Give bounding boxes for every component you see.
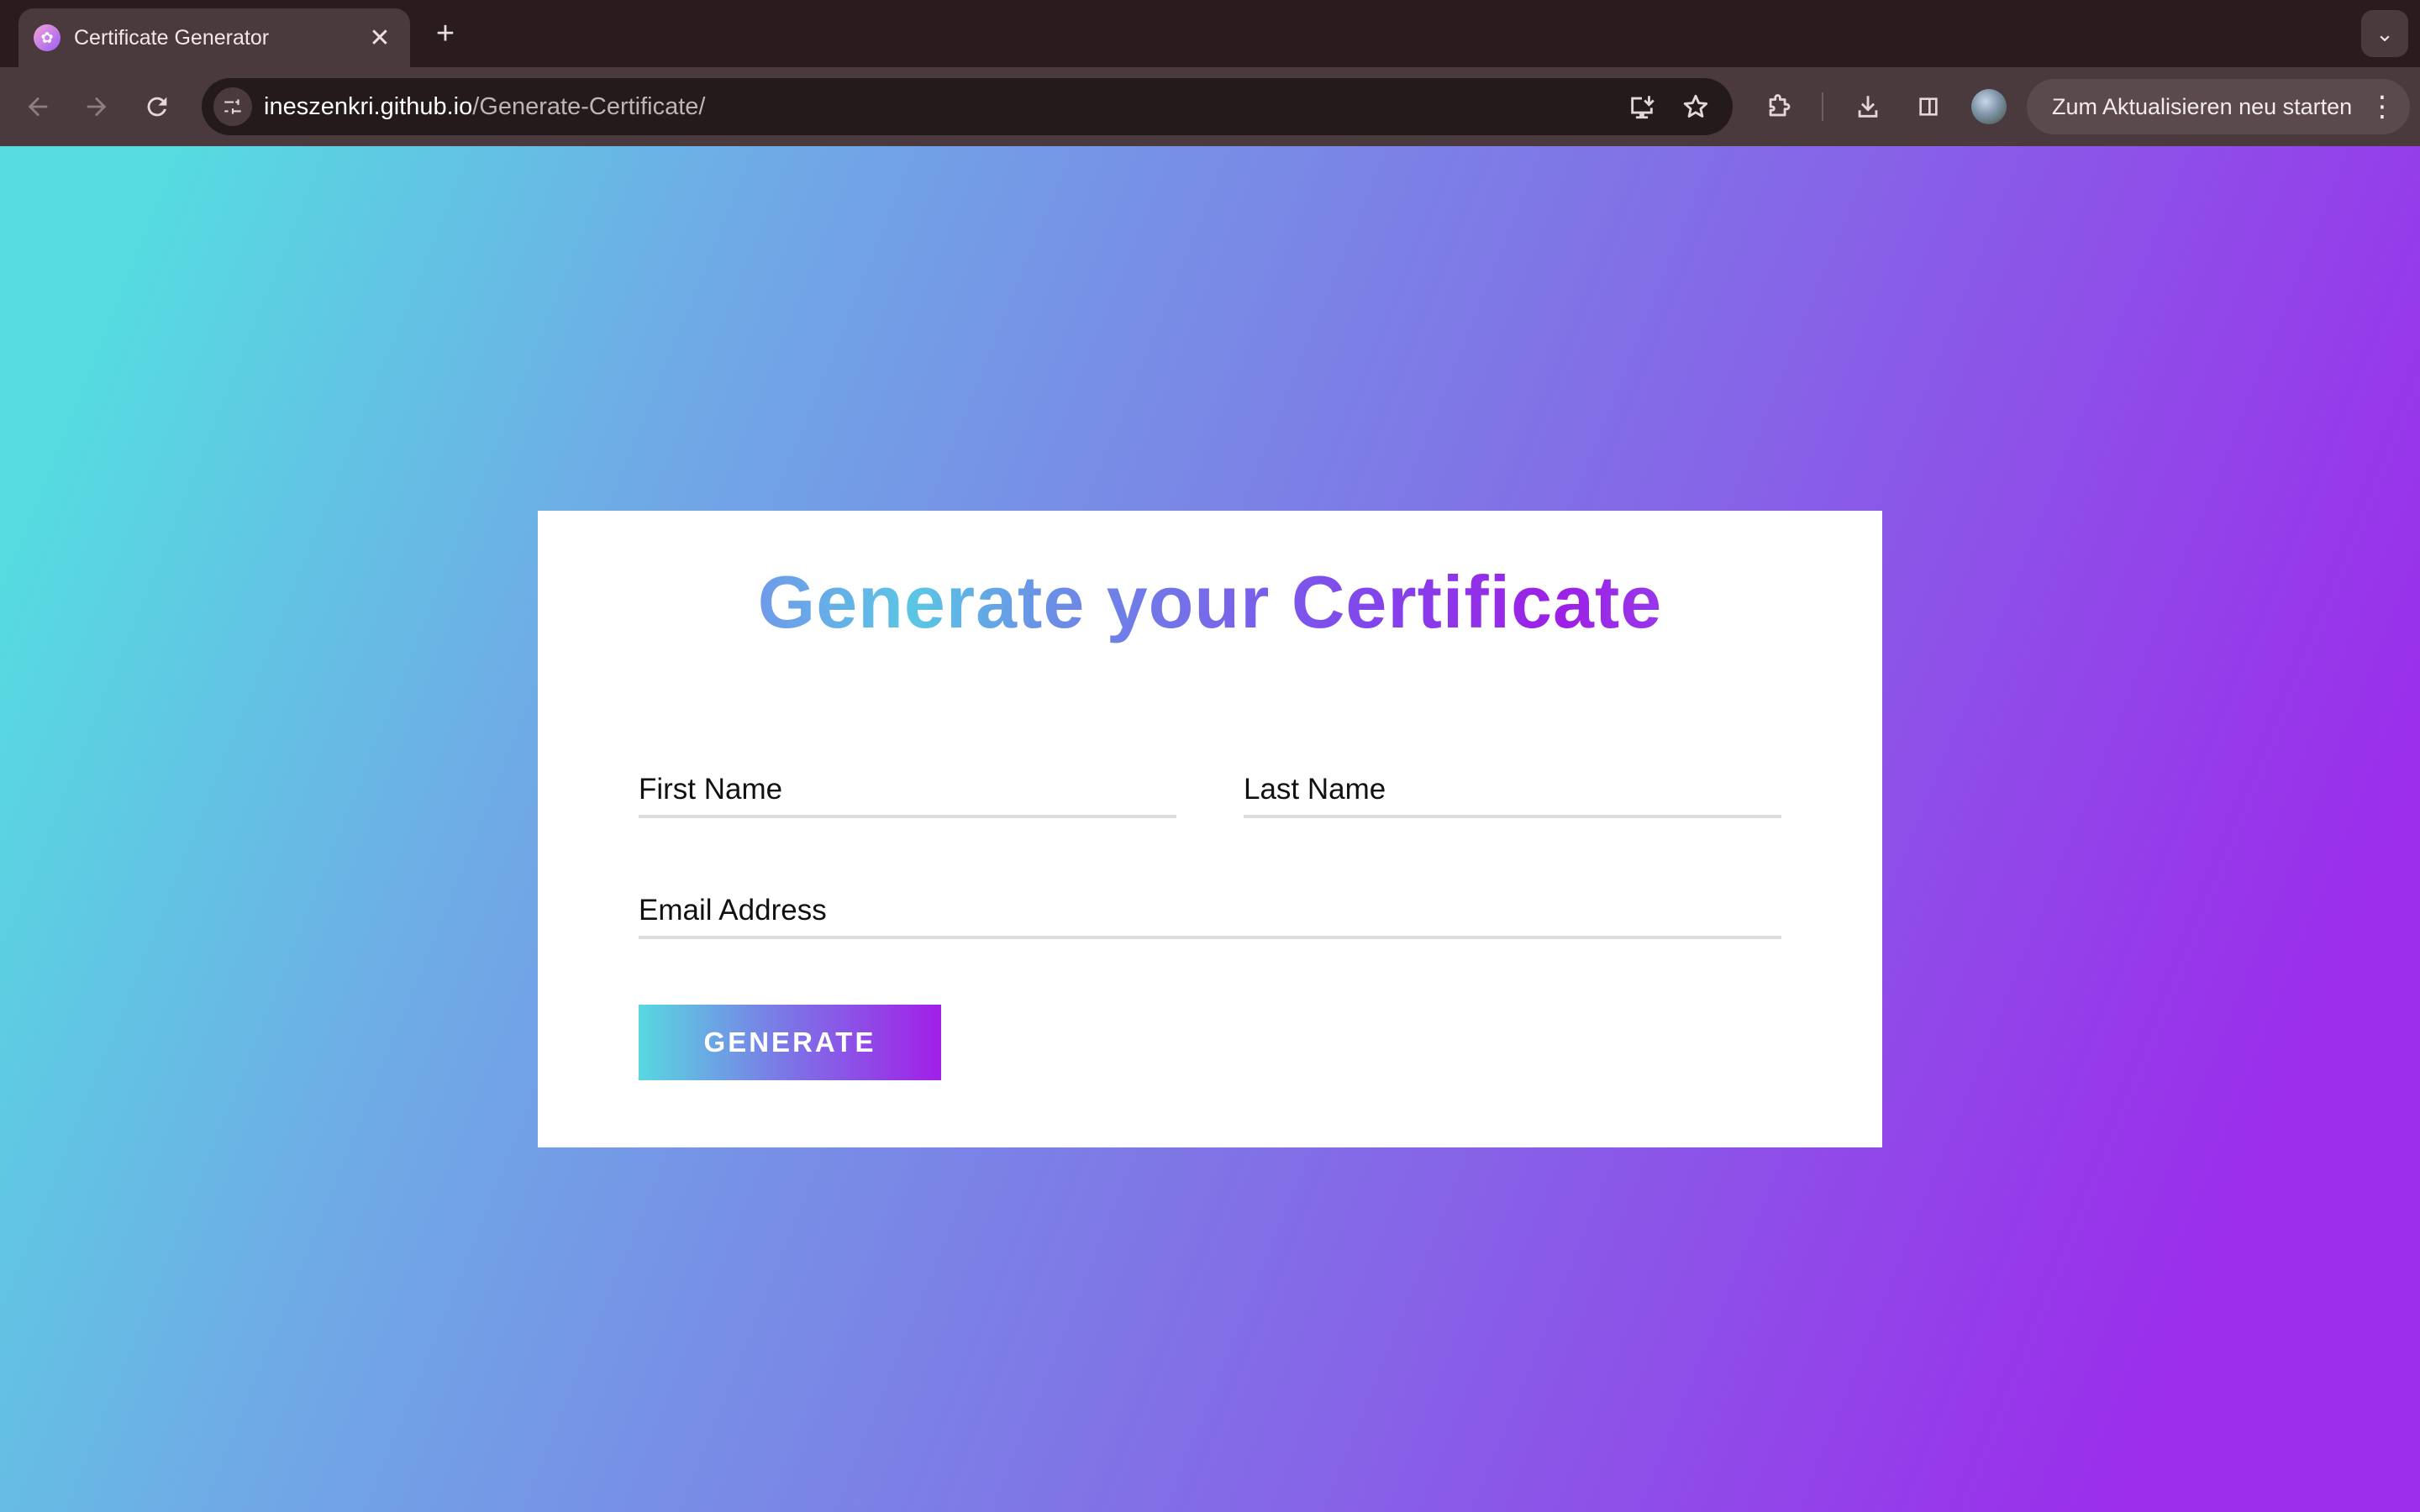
monitor-download-icon [1631,96,1655,119]
close-icon[interactable]: ✕ [365,23,395,53]
tune-icon [224,99,241,114]
page-background: Generate your Certificate GENERATE [0,146,2420,1512]
tab-search-button[interactable]: ⌄ [2361,10,2408,57]
side-panel-button[interactable] [1907,86,1949,128]
star-icon [1683,94,1708,118]
forward-button[interactable] [76,86,118,128]
email-input[interactable] [639,894,1781,927]
url-host: ineszenkri.github.io [264,93,473,120]
arrow-left-icon [28,97,48,117]
side-panel-icon [1919,97,1938,116]
tab-strip: ✿ Certificate Generator ✕ + ⌄ [0,0,2420,67]
first-name-input[interactable] [639,773,1176,806]
tab-certificate-generator[interactable]: ✿ Certificate Generator ✕ [18,8,410,67]
restart-label: Zum Aktualisieren neu starten [2052,93,2353,119]
tab-title: Certificate Generator [74,25,270,50]
reload-button[interactable] [136,86,178,128]
install-app-icon[interactable] [1622,87,1662,127]
page-title: Generate your Certificate [538,556,1882,648]
bookmark-star-icon[interactable] [1676,87,1716,127]
last-name-input[interactable] [1244,773,1781,806]
browser-toolbar: ineszenkri.github.io/Generate-Certificat… [0,67,2420,146]
more-menu-icon[interactable]: ⋮ [2368,87,2396,126]
certificate-form-card: Generate your Certificate GENERATE [538,511,1882,1147]
toolbar-divider [1822,92,1823,121]
favicon-icon: ✿ [34,24,60,51]
new-tab-button[interactable]: + [427,15,464,52]
puzzle-icon [1769,94,1791,117]
download-icon [1858,96,1878,118]
url-path: /Generate-Certificate/ [472,93,706,120]
extensions-button[interactable] [1758,86,1800,128]
arrow-right-icon [87,97,107,117]
last-name-field[interactable] [1244,743,1781,818]
generate-button[interactable]: GENERATE [639,1005,941,1080]
back-button[interactable] [17,86,59,128]
email-field[interactable] [639,864,1781,939]
reload-icon [147,97,167,117]
url-text[interactable]: ineszenkri.github.io/Generate-Certificat… [264,78,706,135]
profile-avatar[interactable] [1971,89,2007,124]
first-name-field[interactable] [639,743,1176,818]
restart-to-update-button[interactable]: Zum Aktualisieren neu starten ⋮ [2027,79,2410,134]
site-info-icon[interactable] [213,87,252,126]
address-bar[interactable]: ineszenkri.github.io/Generate-Certificat… [202,78,1733,135]
downloads-button[interactable] [1847,86,1889,128]
